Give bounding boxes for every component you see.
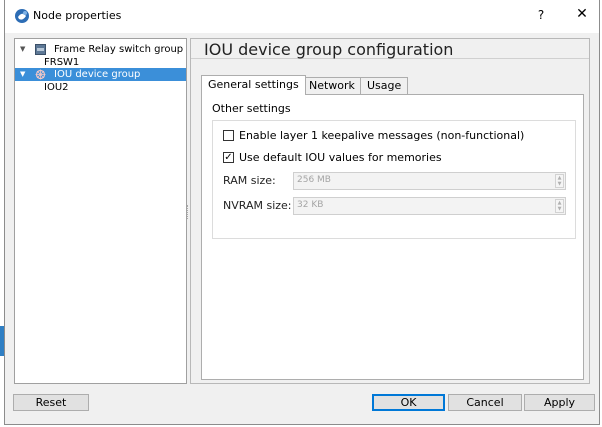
close-button[interactable]: ✕ <box>573 6 591 22</box>
other-settings-group: Enable layer 1 keepalive messages (non-f… <box>212 120 576 239</box>
iou-device-icon <box>35 69 46 80</box>
tree-item-iou2[interactable]: IOU2 <box>44 82 69 93</box>
default-memory-checkbox-label: Use default IOU values for memories <box>239 151 442 164</box>
section-title: Other settings <box>212 102 291 115</box>
general-settings-panel: Other settings Enable layer 1 keepalive … <box>201 94 584 380</box>
ok-button[interactable]: OK <box>372 394 445 411</box>
node-properties-dialog: Node properties ? ✕ ▼ Frame Relay switch… <box>4 0 600 425</box>
expand-arrow-icon[interactable]: ▼ <box>20 68 25 81</box>
help-button[interactable]: ? <box>533 8 549 22</box>
ram-size-label: RAM size: <box>223 174 276 187</box>
gns3-app-icon <box>15 9 29 23</box>
tree-group-label: Frame Relay switch group <box>54 44 184 55</box>
tab-general-settings[interactable]: General settings <box>201 75 306 95</box>
keepalive-checkbox-label: Enable layer 1 keepalive messages (non-f… <box>239 129 525 142</box>
nvram-size-spinbox[interactable]: 32 KB ▲ ▼ <box>293 197 566 215</box>
cancel-button[interactable]: Cancel <box>448 394 522 411</box>
frame-relay-switch-icon <box>35 44 46 55</box>
reset-button[interactable]: Reset <box>13 394 89 411</box>
ram-size-spinbox[interactable]: 256 MB ▲ ▼ <box>293 172 566 190</box>
tab-network[interactable]: Network <box>302 77 362 94</box>
ram-size-value: 256 MB <box>297 175 331 185</box>
nvram-size-label: NVRAM size: <box>223 199 292 212</box>
expand-arrow-icon[interactable]: ▼ <box>20 43 25 56</box>
window-title: Node properties <box>33 9 122 22</box>
default-memory-checkbox[interactable]: ✓ <box>223 152 234 163</box>
tree-group-label: IOU device group <box>54 69 141 80</box>
nvram-size-value: 32 KB <box>297 200 324 210</box>
spin-arrows-icon[interactable]: ▲ ▼ <box>555 199 564 213</box>
tree-item-iou-group[interactable]: ▼ IOU device group <box>15 68 186 81</box>
tree-item-frame-relay-group[interactable]: ▼ Frame Relay switch group <box>15 43 186 56</box>
title-bar: Node properties ? ✕ <box>5 0 599 33</box>
tree-item-frsw1[interactable]: FRSW1 <box>44 57 79 68</box>
keepalive-checkbox[interactable] <box>223 130 234 141</box>
tab-usage[interactable]: Usage <box>360 77 409 94</box>
apply-button[interactable]: Apply <box>524 394 595 411</box>
page-title: IOU device group configuration <box>191 39 589 59</box>
configuration-pane: IOU device group configuration General s… <box>190 38 590 384</box>
device-group-tree: ▼ Frame Relay switch group FRSW1 ▼ IOU d… <box>14 38 187 384</box>
spin-arrows-icon[interactable]: ▲ ▼ <box>555 174 564 188</box>
